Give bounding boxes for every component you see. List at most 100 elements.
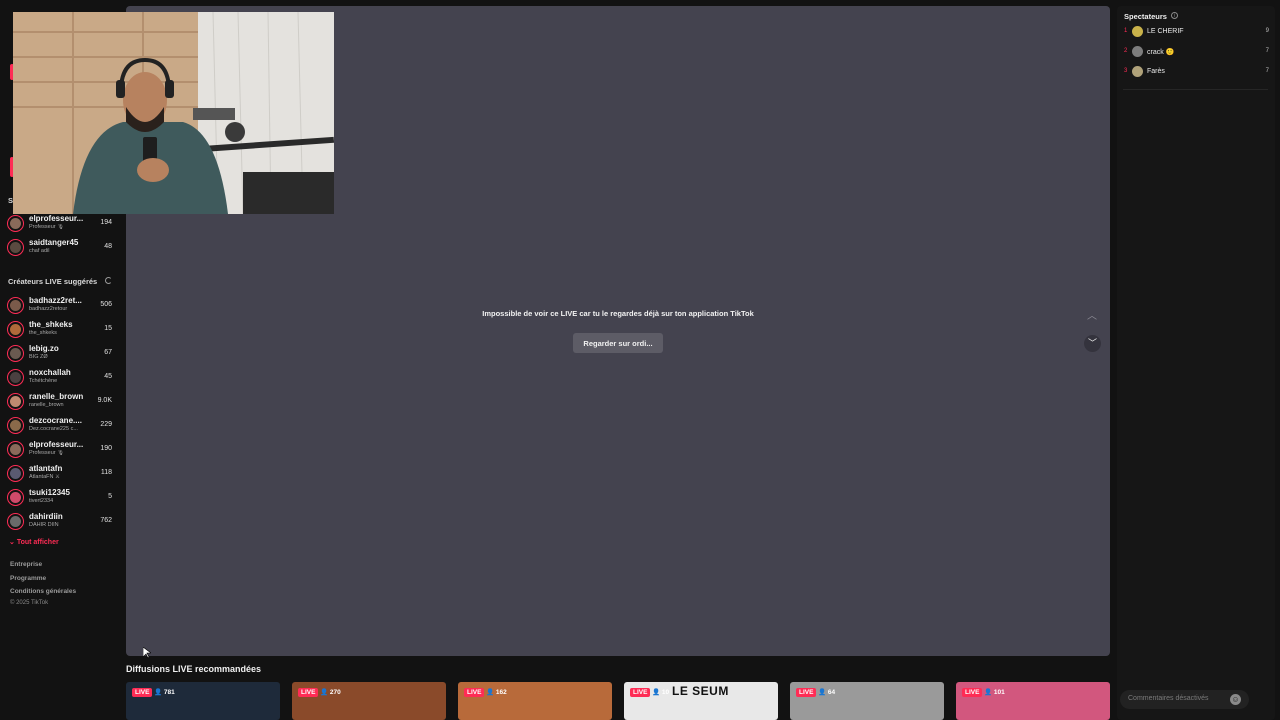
creator-nickname: Professeur 🎙	[29, 224, 65, 230]
viewer-item[interactable]: 3 Farès 7	[1124, 66, 1269, 80]
live-badge: LIVE	[630, 688, 651, 697]
suggested-creator-item[interactable]: dahirdiin DAHIR DIIN 762	[7, 511, 115, 533]
webcam-image	[13, 12, 334, 214]
suggested-creator-item[interactable]: lebig.zo BIG ZØ 67	[7, 343, 115, 365]
unavailable-message: Impossible de voir ce LIVE car tu le reg…	[482, 309, 754, 318]
viewers-panel: Spectateurs i 1 LE CHERIF 9 2 crack 🙂 7 3 Farès…	[1117, 6, 1275, 720]
suggested-section-title: Créateurs LIVE suggérés	[8, 277, 98, 286]
recommended-live-card[interactable]: LIVE 👤 64	[790, 682, 944, 720]
avatar	[1132, 66, 1143, 77]
viewer-item[interactable]: 1 LE CHERIF 9	[1124, 26, 1269, 40]
card-viewer-count-value: 64	[827, 689, 836, 696]
show-all-label: Tout afficher	[16, 539, 59, 546]
creator-nickname: BIG ZØ	[29, 354, 48, 360]
show-all-link[interactable]: ⌄ Tout afficher	[9, 538, 59, 546]
card-viewer-count: 👤 10	[652, 689, 670, 696]
viewer-item[interactable]: 2 crack 🙂 7	[1124, 46, 1269, 60]
recommended-live-card[interactable]: LIVE 👤 162	[458, 682, 612, 720]
recommended-title: Diffusions LIVE recommandées	[126, 664, 262, 674]
creator-name: badhazz2ret...	[29, 296, 82, 305]
viewer-count: 48	[104, 243, 112, 250]
avatar	[7, 489, 24, 506]
creator-name: elprofesseur...	[29, 214, 84, 223]
avatar	[7, 369, 24, 386]
viewer-rank: 2	[1124, 48, 1128, 54]
followed-item[interactable]: elprofesseur... Professeur 🎙 194	[7, 213, 115, 235]
avatar	[1132, 26, 1143, 37]
footer-link-program[interactable]: Programme	[10, 575, 46, 582]
suggested-creator-item[interactable]: tsuki12345 tivert2334 5	[7, 487, 115, 509]
comments-input[interactable]: Commentaires désactivés ☺	[1120, 690, 1249, 709]
suggested-creator-item[interactable]: elprofesseur... Professeur 🎙 190	[7, 439, 115, 461]
avatar	[1132, 46, 1143, 57]
card-viewer-count: 👤 64	[818, 689, 836, 696]
creator-name: ranelle_brown	[29, 392, 84, 401]
viewer-count: 229	[100, 421, 112, 428]
viewer-count: 190	[100, 445, 112, 452]
creator-nickname: AtlantaFN ⚔	[29, 474, 60, 480]
live-badge: LIVE	[796, 688, 817, 697]
viewer-score: 7	[1265, 68, 1269, 74]
copyright: © 2025 TikTok	[10, 600, 49, 606]
viewer-count: 45	[104, 373, 112, 380]
card-viewer-count: 👤 101	[984, 689, 1005, 696]
watch-on-computer-button[interactable]: Regarder sur ordi...	[573, 333, 663, 353]
card-viewer-count: 👤 162	[486, 689, 507, 696]
card-viewer-count-value: 162	[495, 689, 507, 696]
creator-name: tsuki12345	[29, 488, 70, 497]
suggested-creator-item[interactable]: dezcocrane.... Dez.cocrane225 c... 229	[7, 415, 115, 437]
viewer-count: 506	[100, 301, 112, 308]
emoji-icon[interactable]: ☺	[1230, 694, 1241, 705]
suggested-creator-item[interactable]: ranelle_brown ranelle_brown 9.0K	[7, 391, 115, 413]
recommended-live-card[interactable]: LIVE 👤 101	[956, 682, 1110, 720]
suggested-creator-item[interactable]: noxchallah Tchétchène 45	[7, 367, 115, 389]
live-badge: LIVE	[464, 688, 485, 697]
suggested-creator-item[interactable]: atlantafn AtlantaFN ⚔ 118	[7, 463, 115, 485]
creator-name: noxchallah	[29, 368, 71, 377]
viewer-count: 9.0K	[97, 397, 112, 404]
creator-nickname: Professeur 🎙	[29, 450, 65, 456]
avatar	[7, 465, 24, 482]
viewer-score: 7	[1265, 48, 1269, 54]
creator-nickname: tivert2334	[29, 498, 54, 504]
creator-name: the_shkeks	[29, 320, 73, 329]
viewer-score: 9	[1265, 28, 1269, 34]
comments-placeholder: Commentaires désactivés	[1128, 695, 1209, 702]
live-badge: LIVE	[298, 688, 319, 697]
creator-name: dahirdiin	[29, 512, 63, 521]
footer-link-company[interactable]: Entreprise	[10, 561, 42, 568]
card-viewer-count-value: 10	[661, 689, 670, 696]
creator-name: atlantafn	[29, 464, 63, 473]
creator-nickname: DAHIR DIIN	[29, 522, 59, 528]
followed-item[interactable]: saidtanger45 chaf adil 48	[7, 237, 115, 259]
chevron-up-icon[interactable]: ︿	[1084, 309, 1100, 325]
viewer-rank: 1	[1124, 28, 1128, 34]
info-icon[interactable]: i	[1171, 12, 1178, 19]
footer-link-terms[interactable]: Conditions générales	[10, 588, 76, 595]
creator-nickname: chaf adil	[29, 248, 50, 254]
recommended-live-card[interactable]: LIVE 👤 10 LE SEUM	[624, 682, 778, 720]
viewer-count: 762	[100, 517, 112, 524]
card-title-text: LE SEUM	[672, 684, 729, 698]
avatar	[7, 441, 24, 458]
creator-nickname: badhazz2retour	[29, 306, 68, 312]
card-viewer-count-value: 270	[329, 689, 341, 696]
avatar	[7, 345, 24, 362]
suggested-creator-item[interactable]: the_shkeks the_shkeks 15	[7, 319, 115, 341]
suggested-creator-item[interactable]: badhazz2ret... badhazz2retour 506	[7, 295, 115, 317]
viewer-count: 194	[100, 219, 112, 226]
creator-name: saidtanger45	[29, 238, 79, 247]
recommended-live-card[interactable]: LIVE 👤 781	[126, 682, 280, 720]
creator-name: lebig.zo	[29, 344, 59, 353]
viewer-count: 118	[100, 469, 112, 476]
recommended-live-card[interactable]: LIVE 👤 270	[292, 682, 446, 720]
viewer-count: 67	[104, 349, 112, 356]
viewers-title: Spectateurs	[1124, 12, 1167, 21]
refresh-icon[interactable]	[105, 277, 112, 284]
avatar	[7, 239, 24, 256]
avatar	[7, 321, 24, 338]
creator-nickname: Tchétchène	[29, 378, 58, 384]
chevron-down-icon[interactable]: ﹀	[1084, 335, 1101, 352]
viewer-name: Farès	[1147, 68, 1165, 75]
card-viewer-count-value: 101	[993, 689, 1005, 696]
